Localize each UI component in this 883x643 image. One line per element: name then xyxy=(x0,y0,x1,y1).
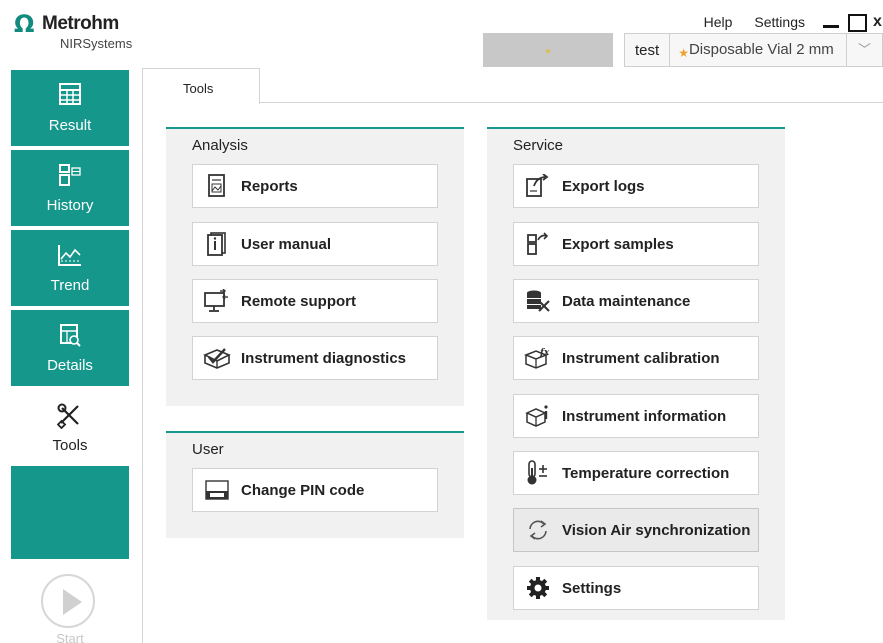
button-label: Reports xyxy=(241,177,298,195)
calibration-icon: fx xyxy=(514,336,562,380)
instrument-diagnostics-button[interactable]: Instrument diagnostics xyxy=(192,336,438,380)
chevron-down-icon[interactable]: ﹀ xyxy=(846,33,882,67)
change-pin-button[interactable]: Change PIN code xyxy=(192,468,438,512)
start-label: Start xyxy=(56,631,84,643)
sidebar-item-label: Details xyxy=(47,357,93,375)
data-maintenance-icon xyxy=(514,279,562,323)
remote-support-icon xyxy=(193,279,241,323)
button-label: Instrument information xyxy=(562,407,727,425)
tab-tools[interactable]: Tools xyxy=(142,68,260,104)
start-button[interactable]: Start xyxy=(11,559,129,643)
sidebar-item-details[interactable]: Details xyxy=(11,310,129,386)
favorite-star-icon: ★ xyxy=(678,45,689,60)
button-label: Vision Air synchronization xyxy=(562,521,751,539)
vision-air-sync-button[interactable]: Vision Air synchronization xyxy=(513,508,759,552)
instrument-status-indicator: ● xyxy=(483,33,613,67)
sidebar-item-label: History xyxy=(46,197,94,215)
sidebar-item-tools[interactable]: Tools xyxy=(11,390,129,466)
diagnostics-icon xyxy=(193,336,241,380)
remote-support-button[interactable]: Remote support xyxy=(192,279,438,323)
button-label: Export samples xyxy=(562,235,674,253)
omega-logo-icon: Ω xyxy=(14,10,35,38)
top-menu: Help Settings x xyxy=(704,11,883,33)
sidebar-item-history[interactable]: History xyxy=(11,150,129,226)
gear-icon xyxy=(514,566,562,610)
button-label: Change PIN code xyxy=(241,481,365,499)
button-label: Temperature correction xyxy=(562,464,730,482)
settings-button[interactable]: Settings xyxy=(513,566,759,610)
button-label: Settings xyxy=(562,579,622,597)
settings-menu[interactable]: Settings xyxy=(754,14,805,30)
data-maintenance-button[interactable]: Data maintenance xyxy=(513,279,759,323)
button-label: Export logs xyxy=(562,177,645,195)
sidebar-item-label: Result xyxy=(48,117,92,135)
pin-icon xyxy=(193,468,241,512)
export-samples-icon xyxy=(514,222,562,266)
tools-icon xyxy=(11,403,129,429)
product-selection[interactable]: ★Disposable Vial 2 mm xyxy=(670,41,846,60)
sync-icon xyxy=(514,508,562,552)
logo-brand: Metrohm xyxy=(42,13,119,34)
tab-divider xyxy=(260,102,883,103)
current-user: test xyxy=(635,41,660,59)
sidebar-item-trend[interactable]: Trend xyxy=(11,230,129,306)
history-icon xyxy=(11,163,129,189)
button-label: User manual xyxy=(241,235,332,253)
thermometer-icon xyxy=(514,451,562,495)
button-label: Instrument calibration xyxy=(562,349,720,367)
button-label: Remote support xyxy=(241,292,357,310)
minimize-button[interactable] xyxy=(821,13,839,31)
button-label: Data maintenance xyxy=(562,292,691,310)
help-menu[interactable]: Help xyxy=(704,14,733,30)
trend-chart-icon xyxy=(11,243,129,269)
window-controls: x xyxy=(821,13,883,32)
profile-selector[interactable]: test ★Disposable Vial 2 mm ﹀ xyxy=(624,33,883,67)
export-logs-icon xyxy=(514,164,562,208)
details-icon xyxy=(11,323,129,349)
instrument-calibration-button[interactable]: fx Instrument calibration xyxy=(513,336,759,380)
info-icon xyxy=(514,394,562,438)
instrument-information-button[interactable]: Instrument information xyxy=(513,394,759,438)
table-icon xyxy=(11,83,129,109)
close-button[interactable]: x xyxy=(873,13,883,31)
user-manual-button[interactable]: User manual xyxy=(192,222,438,266)
metrohm-logo: Ω Metrohm NIRSystems xyxy=(10,8,134,58)
sidebar: Result History Trend Details Tools Start xyxy=(11,70,129,643)
service-panel: Service Export logs Export samples Data … xyxy=(487,127,785,620)
service-title: Service xyxy=(513,137,564,154)
button-label: Instrument diagnostics xyxy=(241,349,407,367)
reports-button[interactable]: Reports xyxy=(192,164,438,208)
temperature-correction-button[interactable]: Temperature correction xyxy=(513,451,759,495)
analysis-panel: Analysis Reports User manual Remote supp… xyxy=(166,127,464,406)
sidebar-item-label: Trend xyxy=(50,277,90,295)
sidebar-spacer xyxy=(11,466,129,559)
sidebar-item-result[interactable]: Result xyxy=(11,70,129,146)
status-light-icon: ● xyxy=(545,46,552,57)
content-border xyxy=(142,103,143,643)
user-title: User xyxy=(192,441,224,458)
user-panel: User Change PIN code xyxy=(166,431,464,538)
export-samples-button[interactable]: Export samples xyxy=(513,222,759,266)
export-logs-button[interactable]: Export logs xyxy=(513,164,759,208)
report-icon xyxy=(193,164,241,208)
sidebar-item-label: Tools xyxy=(52,437,88,455)
manual-icon xyxy=(193,222,241,266)
logo-subtitle: NIRSystems xyxy=(60,36,133,51)
play-icon xyxy=(41,574,95,628)
analysis-title: Analysis xyxy=(192,137,248,154)
maximize-button[interactable] xyxy=(847,13,867,32)
svg-text:fx: fx xyxy=(539,348,550,358)
product-name: Disposable Vial 2 mm xyxy=(688,40,834,58)
